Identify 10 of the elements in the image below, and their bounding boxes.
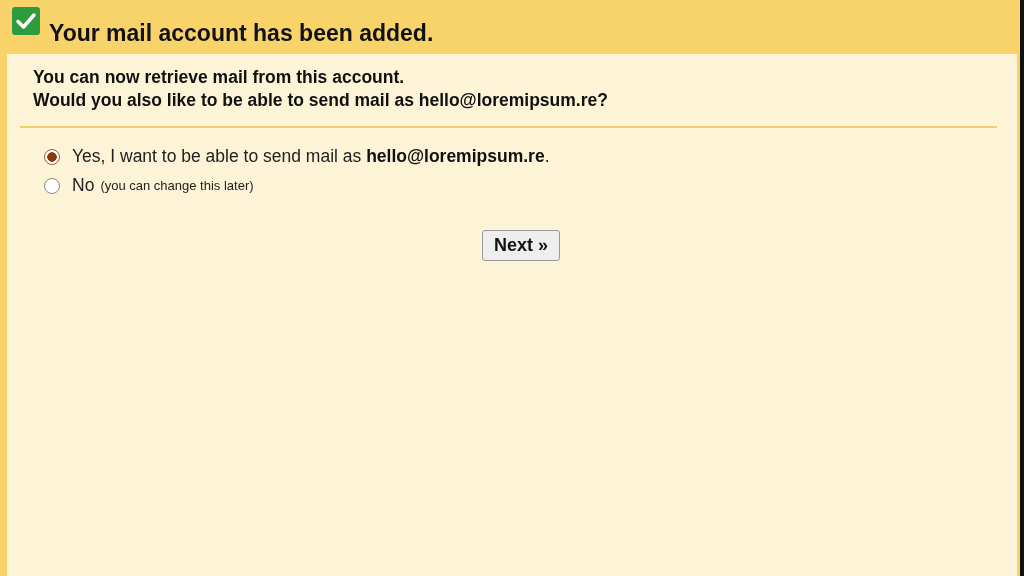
next-button[interactable]: Next » <box>482 230 560 261</box>
checkmark-icon <box>12 7 40 35</box>
option-note: (you can change this later) <box>100 178 254 193</box>
header-title: Your mail account has been added. <box>49 19 434 47</box>
radio-button[interactable] <box>44 148 60 165</box>
option-label[interactable]: Yes, I want to be able to send mail as hello@loremipsum.re. <box>72 146 550 167</box>
option-label[interactable]: No <box>72 175 95 196</box>
intro-text: Would you also like to be able to send mail as hello@loremipsum.re? <box>33 89 609 112</box>
radio-button[interactable] <box>44 177 60 194</box>
intro-text: You can now retrieve mail from this account. <box>33 66 406 89</box>
